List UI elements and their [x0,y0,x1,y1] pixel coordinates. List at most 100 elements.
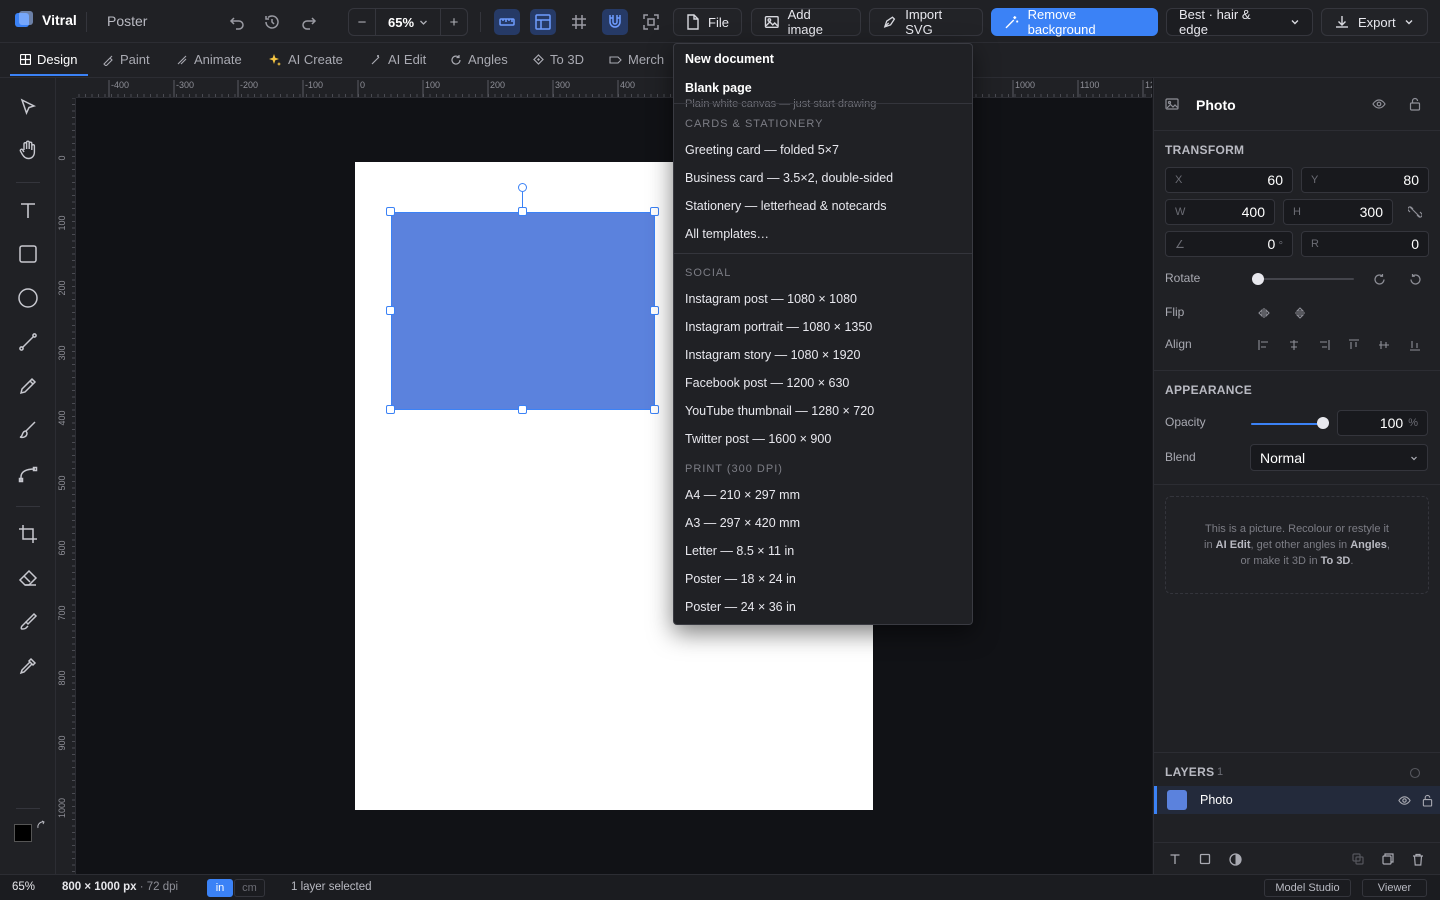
resize-handle-n[interactable] [518,207,527,216]
angle-field[interactable]: ∠ 0 ° [1165,231,1293,257]
unlink-aspect-ratio-icon[interactable] [1407,204,1423,220]
x-field[interactable]: X 60 [1165,167,1293,193]
align-middle-icon[interactable] [1376,337,1392,353]
opacity-slider-knob[interactable] [1317,417,1329,429]
menu-item-instagram-post[interactable]: Instagram post — 1080 × 1080 [685,292,857,306]
opacity-field[interactable]: 100% [1337,410,1428,436]
unit-cm-toggle[interactable]: cm [234,879,265,897]
layer-visibility-eye-icon[interactable] [1396,792,1412,808]
tab-ai-create[interactable]: AI Create [268,52,343,67]
height-field[interactable]: H 300 [1283,199,1393,225]
rotate-slider-knob[interactable] [1252,273,1264,285]
eyedropper-tool-icon[interactable] [15,653,41,679]
hint-ai-edit-link[interactable]: AI Edit [1216,539,1251,551]
layer-lock-icon[interactable] [1419,792,1435,808]
layer-row[interactable]: Photo [1154,786,1440,814]
menu-item-poster-24x36[interactable]: Poster — 24 × 36 in [685,600,796,614]
duplicate-layer-icon[interactable] [1380,851,1396,867]
snap-magnet-icon[interactable] [602,9,628,35]
tab-angles[interactable]: Angles [450,52,508,67]
smudge-tool-icon[interactable] [15,609,41,635]
menu-item-facebook-post[interactable]: Facebook post — 1200 × 630 [685,376,849,390]
rectangle-tool-icon[interactable] [15,241,41,267]
align-right-icon[interactable] [1316,337,1332,353]
resize-handle-ne[interactable] [650,207,659,216]
menu-item-instagram-story[interactable]: Instagram story — 1080 × 1920 [685,348,860,362]
status-zoom[interactable]: 65% [12,881,35,893]
align-center-icon[interactable] [1286,337,1302,353]
crop-tool-icon[interactable] [15,521,41,547]
remove-background-button[interactable]: Remove background [991,7,1158,37]
undo-icon[interactable] [224,9,250,35]
add-text-layer-icon[interactable] [1167,851,1183,867]
resize-handle-s[interactable] [518,405,527,414]
rotate-ccw-icon[interactable] [1407,271,1423,287]
menu-item-a3[interactable]: A3 — 297 × 420 mm [685,516,800,530]
app-logo[interactable]: Vitral [15,11,77,29]
export-button[interactable]: Export [1321,8,1428,36]
brush-tool-icon[interactable] [15,417,41,443]
canvas-area[interactable] [76,98,1152,874]
radius-field[interactable]: R0 [1301,231,1429,257]
flip-vertical-icon[interactable] [1292,305,1308,321]
zoom-in-button[interactable]: + [441,14,467,31]
menu-item-stationery[interactable]: Stationery — letterhead & notecards [685,199,887,213]
tab-to-3d[interactable]: To 3D [533,52,584,67]
pencil-tool-icon[interactable] [15,373,41,399]
eraser-tool-icon[interactable] [15,565,41,591]
document-name[interactable]: Poster [107,13,147,29]
tab-design[interactable]: Design [20,52,77,67]
import-svg-button[interactable]: Import SVG [869,7,983,37]
lock-icon[interactable] [1407,96,1423,112]
menu-item-instagram-portrait[interactable]: Instagram portrait — 1080 × 1350 [685,320,872,334]
align-bottom-icon[interactable] [1407,337,1423,353]
color-swatches[interactable] [12,820,46,852]
resize-handle-w[interactable] [386,306,395,315]
resize-handle-se[interactable] [650,405,659,414]
align-left-icon[interactable] [1256,337,1272,353]
viewer-button[interactable]: Viewer [1362,879,1427,897]
swap-colors-icon[interactable] [36,820,46,830]
menu-item-all-templates[interactable]: All templates… [685,227,769,241]
rotate-cw-icon[interactable] [1371,271,1387,287]
redo-icon[interactable] [296,9,322,35]
resize-handle-sw[interactable] [386,405,395,414]
menu-item-twitter-post[interactable]: Twitter post — 1600 × 900 [685,432,831,446]
ellipse-tool-icon[interactable] [15,285,41,311]
zoom-select[interactable]: 65% [375,9,441,35]
grid-icon[interactable] [566,9,592,35]
line-tool-icon[interactable] [15,329,41,355]
rotation-handle[interactable] [518,183,527,192]
tab-merch[interactable]: Merch [609,52,664,67]
hand-tool-icon[interactable] [15,137,41,163]
select-tool-icon[interactable] [15,94,41,120]
model-studio-button[interactable]: Model Studio [1264,879,1351,897]
layout-guides-icon[interactable] [530,9,556,35]
pen-path-tool-icon[interactable] [15,461,41,487]
rotate-slider[interactable] [1252,278,1354,280]
menu-item-youtube-thumbnail[interactable]: YouTube thumbnail — 1280 × 720 [685,404,874,418]
layers-settings-icon[interactable] [1407,765,1423,781]
y-field[interactable]: Y 80 [1301,167,1429,193]
menu-item-a4[interactable]: A4 — 210 × 297 mm [685,488,800,502]
hint-to3d-link[interactable]: To 3D [1321,555,1351,567]
add-image-button[interactable]: Add image [751,7,861,37]
blend-mode-select[interactable]: Normal [1250,444,1428,471]
quality-select[interactable]: Best · hair & edge [1166,7,1313,37]
menu-item-greeting-card[interactable]: Greeting card — folded 5×7 [685,143,839,157]
tab-animate[interactable]: Animate [176,52,242,67]
tab-ai-edit[interactable]: AI Edit [370,52,426,67]
hint-angles-link[interactable]: Angles [1350,539,1387,551]
visibility-eye-icon[interactable] [1371,96,1387,112]
unit-inches-toggle[interactable]: in [207,879,233,897]
add-adjustment-layer-icon[interactable] [1227,851,1243,867]
text-tool-icon[interactable] [15,197,41,223]
foreground-color-swatch[interactable] [14,824,32,842]
ruler-toggle-icon[interactable] [494,9,520,35]
menu-item-new-document[interactable]: New document [685,52,774,66]
history-icon[interactable] [259,9,285,35]
tab-paint[interactable]: Paint [102,52,150,67]
menu-item-business-card[interactable]: Business card — 3.5×2, double-sided [685,171,893,185]
menu-item-letter[interactable]: Letter — 8.5 × 11 in [685,544,794,558]
flip-horizontal-icon[interactable] [1256,305,1272,321]
